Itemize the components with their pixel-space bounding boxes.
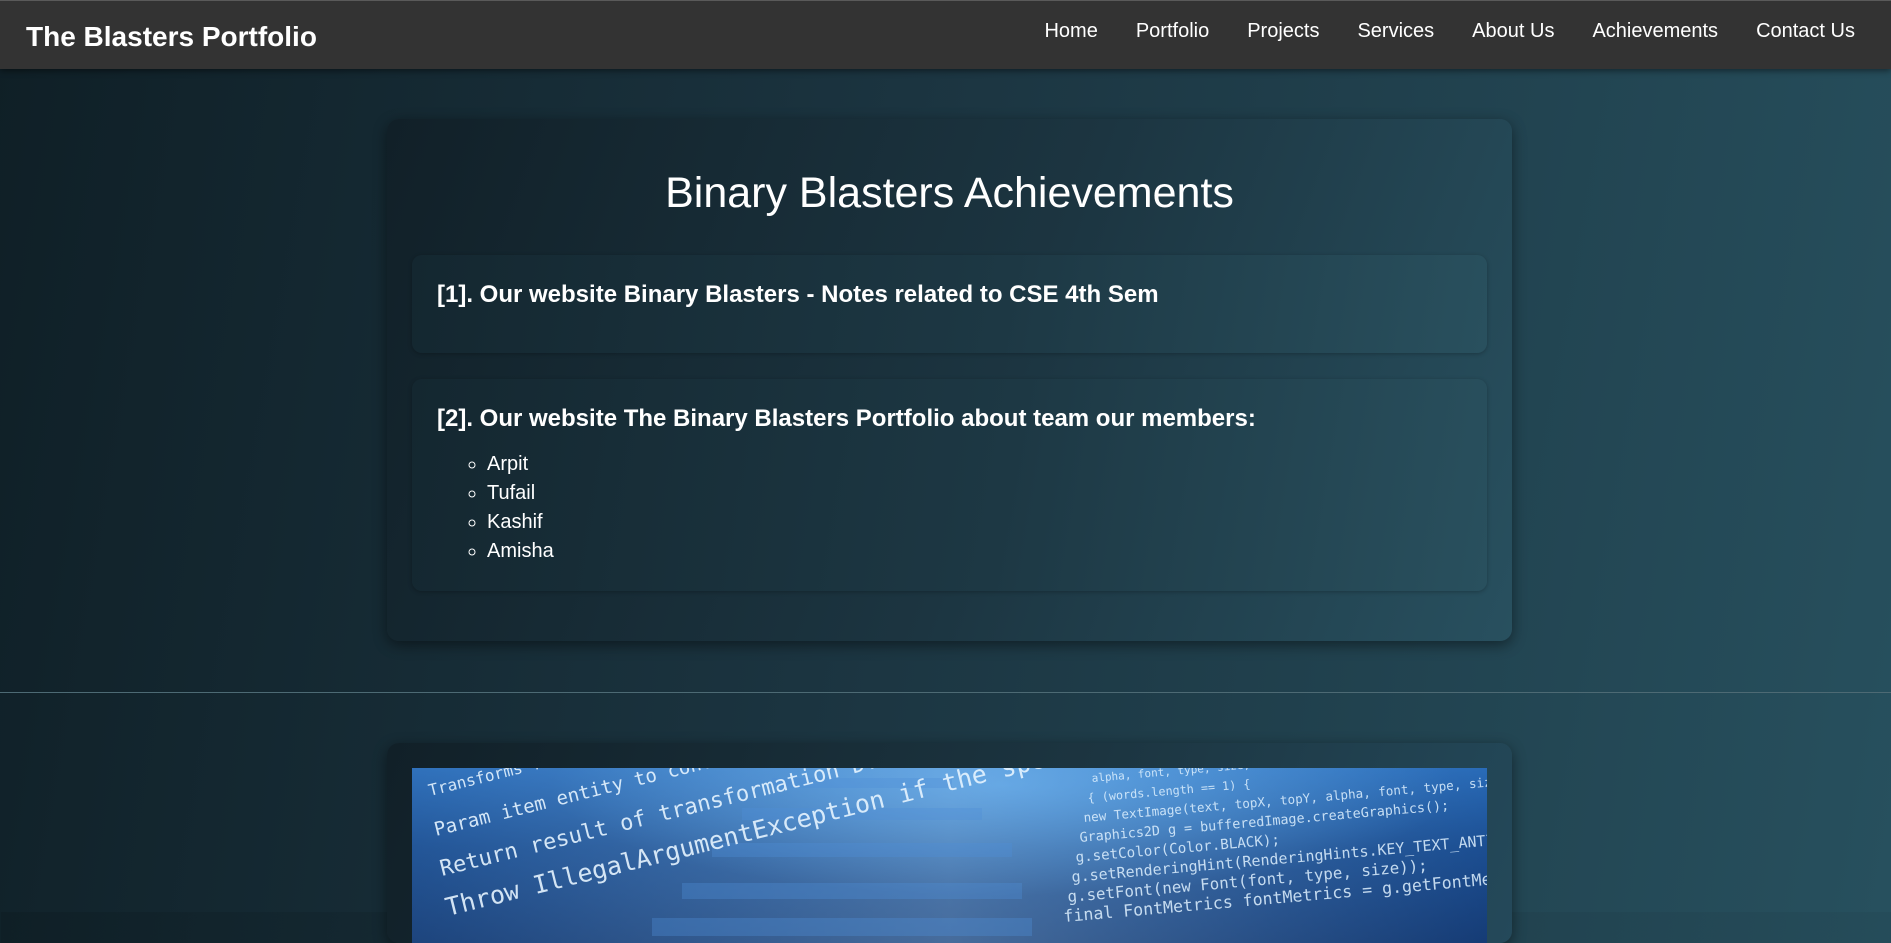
achievements-title: Binary Blasters Achievements xyxy=(665,169,1234,217)
nav-links: Home Portfolio Projects Services About U… xyxy=(1044,20,1855,43)
member-list: Arpit Tufail Kashif Amisha xyxy=(487,450,1462,566)
code-screen-image: Transforms from Entity to DTO.Param item… xyxy=(412,768,1487,943)
nav-item-projects: Projects xyxy=(1247,20,1319,43)
image-card: Transforms from Entity to DTO.Param item… xyxy=(387,743,1512,943)
member-item: Tufail xyxy=(487,479,1462,508)
top-navbar: The Blasters Portfolio Home Portfolio Pr… xyxy=(0,0,1891,69)
nav-item-services: Services xyxy=(1357,20,1434,43)
achievements-card: Binary Blasters Achievements [1]. Our we… xyxy=(387,119,1512,641)
nav-item-achievements: Achievements xyxy=(1592,20,1718,43)
achievement-item-2: [2]. Our website The Binary Blasters Por… xyxy=(412,379,1487,591)
member-item: Kashif xyxy=(487,508,1462,537)
achievement-heading-1: [1]. Our website Binary Blasters - Notes… xyxy=(437,281,1159,308)
nav-item-contact-us: Contact Us xyxy=(1756,20,1855,43)
nav-link-home[interactable]: Home xyxy=(1044,20,1097,43)
nav-item-about-us: About Us xyxy=(1472,20,1554,43)
member-item: Amisha xyxy=(487,537,1462,566)
achievement-item-1: [1]. Our website Binary Blasters - Notes… xyxy=(412,255,1487,353)
member-item: Arpit xyxy=(487,450,1462,479)
nav-link-projects[interactable]: Projects xyxy=(1247,20,1319,43)
section-divider xyxy=(0,692,1891,693)
nav-link-about-us[interactable]: About Us xyxy=(1472,20,1554,43)
nav-item-portfolio: Portfolio xyxy=(1136,20,1209,43)
site-brand[interactable]: The Blasters Portfolio xyxy=(26,21,317,53)
nav-link-portfolio[interactable]: Portfolio xyxy=(1136,20,1209,43)
nav-link-achievements[interactable]: Achievements xyxy=(1592,20,1718,43)
code-screen-graphic: Transforms from Entity to DTO.Param item… xyxy=(412,768,1487,943)
nav-link-contact-us[interactable]: Contact Us xyxy=(1756,20,1855,43)
nav-link-services[interactable]: Services xyxy=(1357,20,1434,43)
achievement-heading-2: [2]. Our website The Binary Blasters Por… xyxy=(437,405,1256,432)
nav-item-home: Home xyxy=(1044,20,1097,43)
